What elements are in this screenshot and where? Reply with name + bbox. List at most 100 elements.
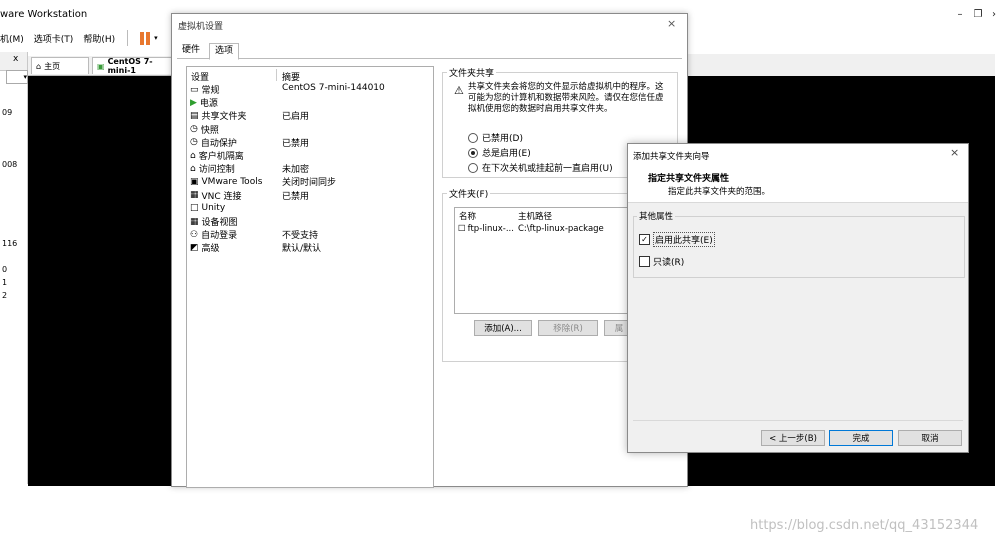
settings-item-summary: 未加密 (282, 165, 310, 176)
close-icon[interactable]: × (950, 146, 959, 159)
checkbox-checked[interactable]: ✓ (639, 234, 650, 245)
back-button[interactable]: < 上一步(B) (761, 430, 825, 446)
settings-item-power[interactable]: ▶ 电源 (190, 96, 218, 110)
wizard-title: 添加共享文件夹向导 (633, 152, 710, 162)
menu-vm[interactable]: 机(M) (0, 32, 24, 45)
tab-home[interactable]: ⌂ 主页 (31, 57, 89, 74)
library-dropdown[interactable]: ▾ (6, 70, 28, 84)
settings-item-vnc[interactable]: ▦ VNC 连接 (190, 189, 242, 202)
guest-isolation-icon: ⌂ (190, 150, 196, 161)
unity-icon: □ (190, 203, 199, 214)
settings-item-appliance-view[interactable]: ▦ 设备视图 (190, 215, 238, 229)
general-icon: ▭ (190, 84, 199, 95)
radio-button[interactable] (468, 132, 478, 143)
settings-item-summary: 已启用 (282, 112, 310, 123)
settings-item-summary: CentOS 7-mini-144010 (282, 83, 385, 93)
radio-button[interactable] (468, 147, 478, 158)
settings-item-general[interactable]: ▭ 常规 (190, 83, 220, 97)
vm-console[interactable] (28, 76, 173, 486)
vmware-tools-icon: ▣ (190, 176, 199, 187)
settings-item-label: 共享文件夹 (201, 112, 247, 123)
settings-item-label: 访问控制 (198, 165, 235, 176)
appliance-view-icon: ▦ (190, 216, 199, 227)
library-item[interactable]: 1 (2, 278, 7, 287)
wizard-subheading: 指定此共享文件夹的范围。 (668, 187, 771, 197)
advanced-icon: ◩ (190, 242, 199, 253)
column-divider[interactable] (276, 69, 277, 81)
settings-item-summary: 不受支持 (282, 231, 319, 242)
enable-share-checkbox[interactable]: ✓ 启用此共享(E) (639, 232, 715, 247)
settings-item-access-control[interactable]: ⌂ 访问控制 (190, 162, 235, 176)
folders-list[interactable]: 名称 主机路径 ☐ ftp-linux-... C:\ftp-linux-pack… (454, 207, 656, 314)
settings-item-vmware-tools[interactable]: ▣ VMware Tools (190, 175, 262, 188)
settings-item-shared-folders[interactable]: ▤ 共享文件夹 (190, 109, 247, 123)
tab-divider (177, 58, 682, 59)
settings-item-label: 常规 (201, 86, 220, 96)
folder-sharing-legend: 文件夹共享 (447, 66, 497, 79)
menu-bar: 机(M) 选项卡(T) 帮助(H) ▾ (0, 30, 158, 46)
autoprotect-icon: ◷ (190, 137, 198, 148)
power-icon: ▶ (190, 97, 197, 108)
restore-button[interactable]: ❐ (971, 8, 985, 22)
settings-item-guest-isolation[interactable]: ⌂ 客户机隔离 (190, 149, 244, 163)
vm-settings-dialog: 虚拟机设置 × 硬件 选项 设置 摘要 ▭ 常规 CentOS 7-mini-144… (171, 13, 688, 488)
pause-icon (140, 31, 145, 45)
settings-item-summary: 关闭时间同步 (282, 178, 337, 189)
cancel-button[interactable]: 取消 (898, 430, 962, 446)
settings-item-label: 自动登录 (201, 231, 238, 242)
settings-item-advanced[interactable]: ◩ 高级 (190, 241, 220, 255)
settings-item-label: VNC 连接 (201, 191, 242, 202)
settings-item-label: 电源 (199, 99, 218, 110)
tab-options[interactable]: 选项 (209, 43, 240, 60)
close-icon[interactable]: × (667, 17, 676, 30)
settings-item-autologin[interactable]: ⚇ 自动登录 (190, 228, 238, 242)
minimize-button[interactable]: – (953, 8, 967, 22)
more-controls-icon[interactable]: › (987, 8, 999, 22)
add-folder-button[interactable]: 添加(A)... (474, 320, 532, 336)
menu-separator (127, 30, 129, 46)
column-header-name: 名称 (459, 212, 477, 222)
library-item[interactable]: 09 (2, 108, 12, 117)
radio-always-enabled[interactable]: 总是启用(E) (468, 146, 531, 159)
checkbox-unchecked[interactable] (639, 256, 650, 267)
column-header-setting: 设置 (191, 73, 210, 83)
library-item[interactable]: 2 (2, 291, 7, 300)
access-control-icon: ⌂ (190, 163, 196, 174)
menu-tabs[interactable]: 选项卡(T) (34, 32, 74, 45)
folder-sharing-description: 共享文件夹会将您的文件显示给虚拟机中的程序。这可能为您的计算机和数据带来风险。请… (468, 82, 664, 114)
menu-help[interactable]: 帮助(H) (83, 32, 115, 45)
table-row[interactable]: ☐ ftp-linux-... (458, 224, 514, 234)
radio-button[interactable] (468, 162, 478, 173)
library-item[interactable]: 008 (2, 160, 17, 169)
library-close-icon[interactable]: x (13, 54, 18, 64)
library-item[interactable]: 0 (2, 265, 7, 274)
vm-icon: ▣ (97, 61, 105, 71)
additional-attributes-group (633, 216, 965, 278)
library-item[interactable]: 116 (2, 239, 17, 248)
tab-hardware[interactable]: 硬件 (177, 43, 205, 58)
remove-folder-button[interactable]: 移除(R) (538, 320, 598, 336)
autologin-icon: ⚇ (190, 229, 199, 240)
tab-vm[interactable]: ▣ CentOS 7-mini-1 (92, 57, 172, 75)
settings-item-label: 客户机隔离 (198, 152, 244, 162)
shared-folders-icon: ▤ (190, 110, 199, 121)
wizard-divider (633, 420, 963, 421)
radio-disabled[interactable]: 已禁用(D) (468, 131, 523, 144)
read-only-checkbox[interactable]: 只读(R) (639, 255, 684, 268)
settings-item-autoprotect[interactable]: ◷ 自动保护 (190, 136, 237, 149)
folders-legend: 文件夹(F) (447, 187, 491, 200)
settings-item-label: 设备视图 (201, 218, 238, 228)
dialog-title: 虚拟机设置 (178, 22, 224, 32)
toolbar-strip (686, 54, 995, 77)
radio-until-shutdown[interactable]: 在下次关机或挂起前一直启用(U) (468, 161, 613, 174)
finish-button[interactable]: 完成 (829, 430, 893, 446)
settings-item-snapshots[interactable]: ◷ 快照 (190, 123, 219, 136)
settings-item-label: 快照 (200, 125, 219, 136)
host-path-cell: C:\ftp-linux-package (518, 224, 604, 234)
chevron-down-icon[interactable]: ▾ (154, 34, 158, 42)
checkbox-icon[interactable]: ☐ (458, 224, 466, 234)
settings-item-unity[interactable]: □ Unity (190, 202, 225, 215)
pause-button[interactable]: ▾ (140, 31, 158, 45)
warning-icon: ⚠ (454, 84, 464, 97)
additional-attributes-legend: 其他属性 (637, 210, 676, 222)
